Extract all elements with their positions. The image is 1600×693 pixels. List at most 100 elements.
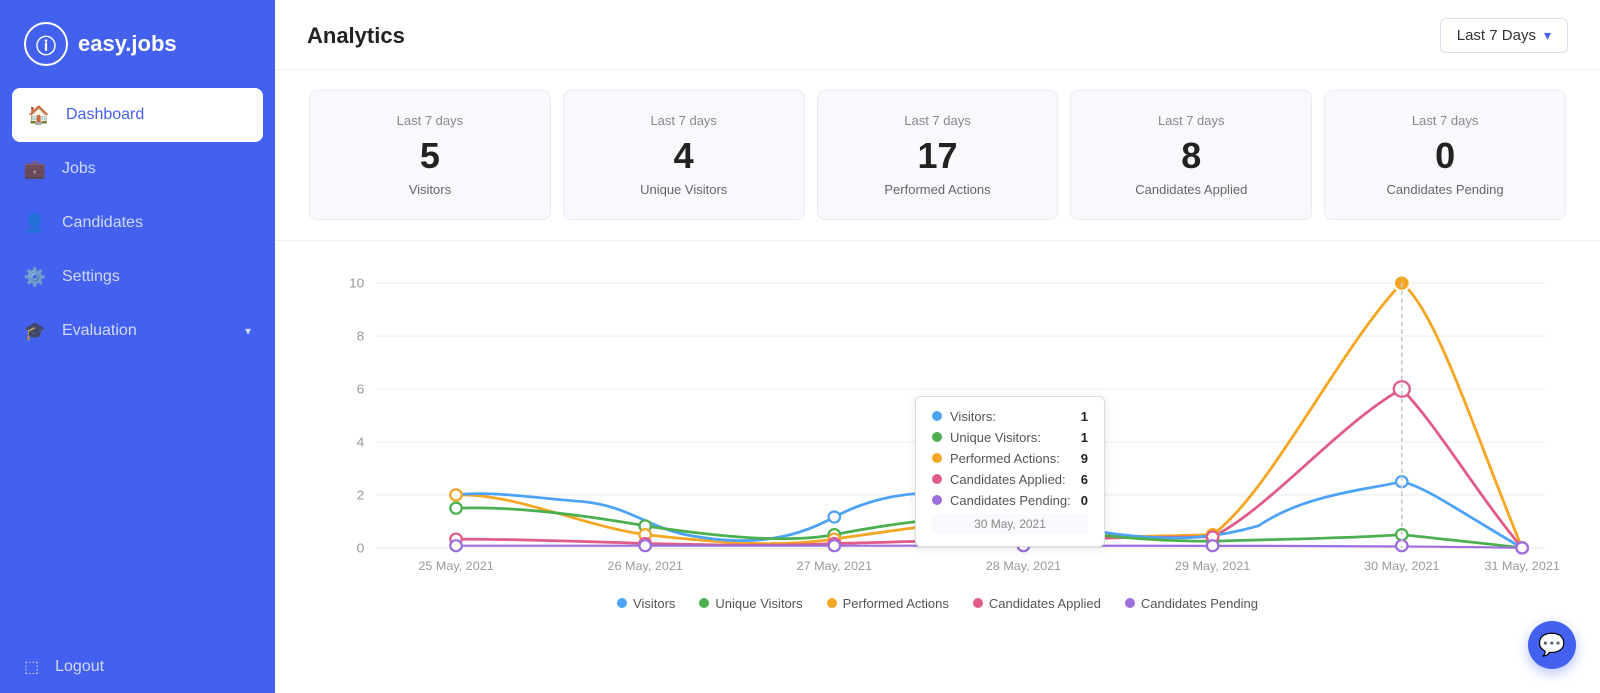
logout-icon: ⬚ [24,657,39,677]
chat-button[interactable]: 💬 [1528,621,1576,669]
sidebar-logout[interactable]: ⬚ Logout [0,641,275,693]
tooltip-dot-candidates-pending [932,495,942,505]
tooltip-label-performed-actions: Performed Actions: [950,451,1073,466]
svg-text:8: 8 [357,328,365,343]
legend-item-performed-actions: Performed Actions [827,596,949,611]
home-icon: 🏠 [28,104,50,126]
tooltip-value-candidates-pending: 0 [1081,493,1088,508]
chart-area: 10 8 6 4 2 0 25 May, 2021 26 May, 2021 2… [275,241,1600,693]
tooltip-dot-performed-actions [932,453,942,463]
sidebar-item-evaluation[interactable]: 🎓 Evaluation ▾ [0,304,275,358]
main-header: Analytics Last 7 Days ▾ [275,0,1600,70]
stat-card-candidates-applied: Last 7 days 8 Candidates Applied [1070,90,1312,220]
date-filter-button[interactable]: Last 7 Days ▾ [1440,18,1568,53]
svg-text:4: 4 [357,434,365,449]
stat-number: 8 [1091,136,1291,176]
legend-dot-candidates-pending [1125,598,1135,608]
legend-label-candidates-applied: Candidates Applied [989,596,1101,611]
stat-card-visitors: Last 7 days 5 Visitors [309,90,551,220]
sidebar: ⓘ easy.jobs 🏠 Dashboard 💼 Jobs 👤 Candida… [0,0,275,693]
sidebar-item-jobs[interactable]: 💼 Jobs [0,142,275,196]
svg-text:10: 10 [349,275,364,290]
tooltip-value-visitors: 1 [1081,409,1088,424]
stat-card-candidates-pending: Last 7 days 0 Candidates Pending [1324,90,1566,220]
graduation-icon: 🎓 [24,320,46,342]
logout-label: Logout [55,658,104,676]
sidebar-item-settings[interactable]: ⚙️ Settings [0,250,275,304]
stat-card-performed-actions: Last 7 days 17 Performed Actions [817,90,1059,220]
sidebar-item-label: Evaluation [62,322,137,340]
svg-text:2: 2 [357,487,365,502]
tooltip-label-unique-visitors: Unique Visitors: [950,430,1073,445]
stat-label: Unique Visitors [584,182,784,197]
chart-tooltip: Visitors: 1 Unique Visitors: 1 Performed… [915,396,1105,547]
legend-item-unique-visitors: Unique Visitors [699,596,802,611]
legend-dot-performed-actions [827,598,837,608]
svg-text:0: 0 [357,540,365,555]
tooltip-row-performed-actions: Performed Actions: 9 [932,451,1088,466]
stat-period: Last 7 days [1345,113,1545,128]
svg-text:27 May, 2021: 27 May, 2021 [797,559,873,573]
chevron-down-icon: ▾ [1544,27,1551,44]
stat-card-unique-visitors: Last 7 days 4 Unique Visitors [563,90,805,220]
sidebar-item-label: Settings [62,268,120,286]
legend-item-candidates-applied: Candidates Applied [973,596,1101,611]
chat-icon: 💬 [1538,632,1565,658]
tooltip-dot-unique-visitors [932,432,942,442]
svg-text:28 May, 2021: 28 May, 2021 [986,559,1062,573]
stat-number: 0 [1345,136,1545,176]
app-name: easy.jobs [78,31,177,57]
tooltip-label-candidates-pending: Candidates Pending: [950,493,1073,508]
tooltip-value-performed-actions: 9 [1081,451,1088,466]
sidebar-item-candidates[interactable]: 👤 Candidates [0,196,275,250]
legend-label-unique-visitors: Unique Visitors [715,596,802,611]
stat-number: 5 [330,136,530,176]
stat-number: 17 [838,136,1038,176]
tooltip-dot-candidates-applied [932,474,942,484]
main-content: Analytics Last 7 Days ▾ Last 7 days 5 Vi… [275,0,1600,693]
svg-text:30 May, 2021: 30 May, 2021 [1364,559,1440,573]
legend-dot-unique-visitors [699,598,709,608]
legend-dot-visitors [617,598,627,608]
tooltip-row-candidates-applied: Candidates Applied: 6 [932,472,1088,487]
sidebar-nav: 🏠 Dashboard 💼 Jobs 👤 Candidates ⚙️ Setti… [0,88,275,641]
tooltip-value-candidates-applied: 6 [1081,472,1088,487]
tooltip-value-unique-visitors: 1 [1081,430,1088,445]
tooltip-label-visitors: Visitors: [950,409,1073,424]
briefcase-icon: 💼 [24,158,46,180]
date-filter-label: Last 7 Days [1457,27,1536,44]
svg-text:26 May, 2021: 26 May, 2021 [607,559,683,573]
tooltip-row-unique-visitors: Unique Visitors: 1 [932,430,1088,445]
stats-row: Last 7 days 5 Visitors Last 7 days 4 Uni… [275,70,1600,241]
feedback-tab-container: Feedback [1500,347,1600,382]
stat-number: 4 [584,136,784,176]
sidebar-item-label: Dashboard [66,106,144,124]
logo: ⓘ easy.jobs [0,0,275,88]
stat-period: Last 7 days [1091,113,1291,128]
logo-icon: ⓘ [24,22,68,66]
svg-text:6: 6 [357,381,365,396]
legend-dot-candidates-applied [973,598,983,608]
stat-period: Last 7 days [330,113,530,128]
tooltip-label-candidates-applied: Candidates Applied: [950,472,1073,487]
legend-item-candidates-pending: Candidates Pending [1125,596,1258,611]
tooltip-row-visitors: Visitors: 1 [932,409,1088,424]
page-title: Analytics [307,23,405,49]
sidebar-item-label: Jobs [62,160,96,178]
stat-label: Candidates Pending [1345,182,1545,197]
stat-label: Candidates Applied [1091,182,1291,197]
chevron-down-icon: ▾ [245,324,251,338]
svg-text:25 May, 2021: 25 May, 2021 [418,559,494,573]
legend-item-visitors: Visitors [617,596,675,611]
person-icon: 👤 [24,212,46,234]
sidebar-item-label: Candidates [62,214,143,232]
tooltip-row-candidates-pending: Candidates Pending: 0 [932,493,1088,508]
tooltip-dot-visitors [932,411,942,421]
stat-label: Visitors [330,182,530,197]
stat-period: Last 7 days [584,113,784,128]
sidebar-item-dashboard[interactable]: 🏠 Dashboard [12,88,263,142]
gear-icon: ⚙️ [24,266,46,288]
svg-text:31 May, 2021: 31 May, 2021 [1484,559,1560,573]
tooltip-date: 30 May, 2021 [932,514,1088,534]
svg-text:29 May, 2021: 29 May, 2021 [1175,559,1251,573]
